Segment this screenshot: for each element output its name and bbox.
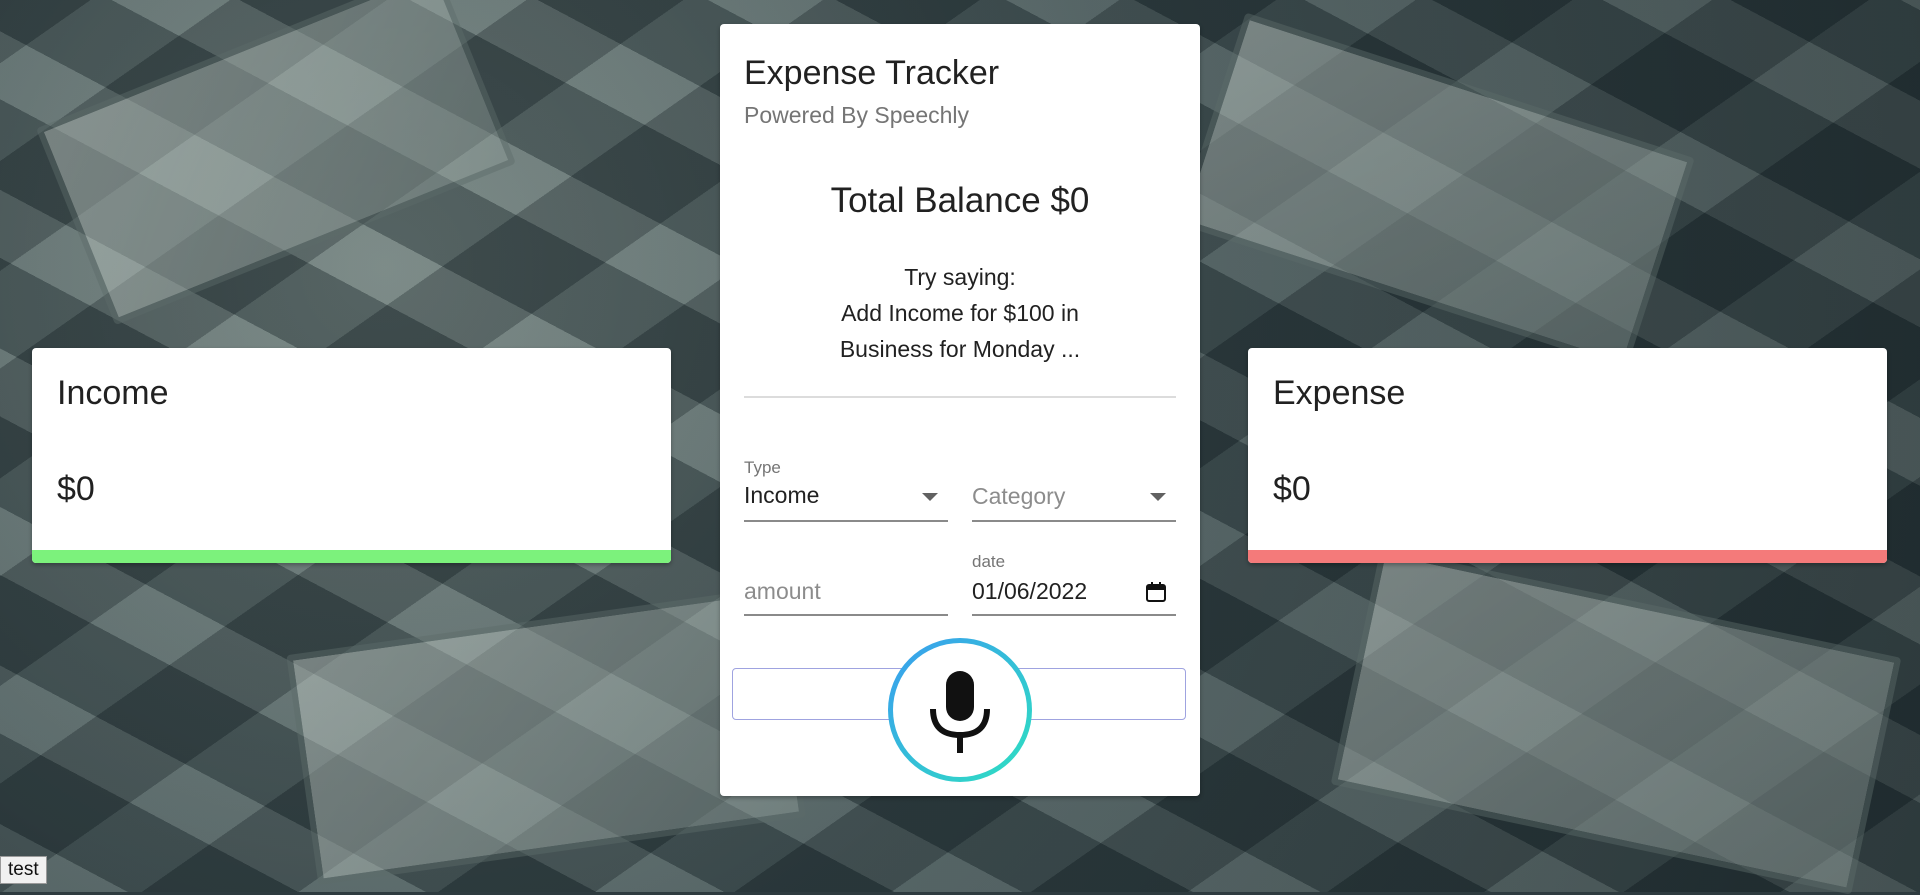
date-underline — [972, 614, 1176, 616]
total-balance: Total Balance $0 — [830, 181, 1090, 220]
income-amount: $0 — [57, 470, 95, 508]
amount-underline — [744, 614, 948, 616]
amount-input[interactable]: amount — [744, 554, 948, 650]
type-label: Type — [744, 458, 781, 477]
category-select[interactable]: Category — [972, 458, 1176, 554]
expense-tracker-card: Expense Tracker Powered By Speechly Tota… — [720, 24, 1200, 796]
date-value: 01/06/2022 — [972, 578, 1088, 604]
income-title: Income — [57, 374, 169, 412]
type-select[interactable]: Type Income — [744, 458, 948, 554]
category-underline — [972, 520, 1176, 522]
chevron-down-icon — [1150, 493, 1166, 501]
income-card: Income $0 — [32, 348, 671, 563]
voice-hint: Try saying: Add Income for $100 in Busin… — [780, 259, 1140, 367]
income-bar — [32, 550, 671, 563]
hint-line: Try saying: — [904, 264, 1016, 290]
expense-bar — [1248, 550, 1887, 563]
date-label: date — [972, 552, 1006, 571]
app-subtitle: Powered By Speechly — [744, 102, 970, 128]
expense-card: Expense $0 — [1248, 348, 1887, 563]
calendar-icon[interactable] — [1144, 580, 1168, 604]
date-input[interactable]: date 01/06/2022 — [972, 552, 1176, 650]
microphone-icon — [930, 671, 990, 753]
divider — [744, 396, 1176, 398]
expense-amount: $0 — [1273, 470, 1311, 508]
app-title: Expense Tracker — [744, 54, 1000, 92]
type-underline — [744, 520, 948, 522]
chevron-down-icon — [922, 493, 938, 501]
hint-line: Business for Monday ... — [839, 336, 1081, 362]
microphone-button[interactable] — [888, 638, 1032, 782]
amount-placeholder: amount — [744, 578, 821, 604]
category-placeholder: Category — [972, 483, 1066, 509]
microphone-button-inner — [893, 643, 1027, 777]
expense-title: Expense — [1273, 374, 1406, 412]
hint-line: Add Income for $100 in — [841, 300, 1079, 326]
type-value: Income — [744, 482, 820, 508]
test-tag: test — [0, 856, 47, 884]
